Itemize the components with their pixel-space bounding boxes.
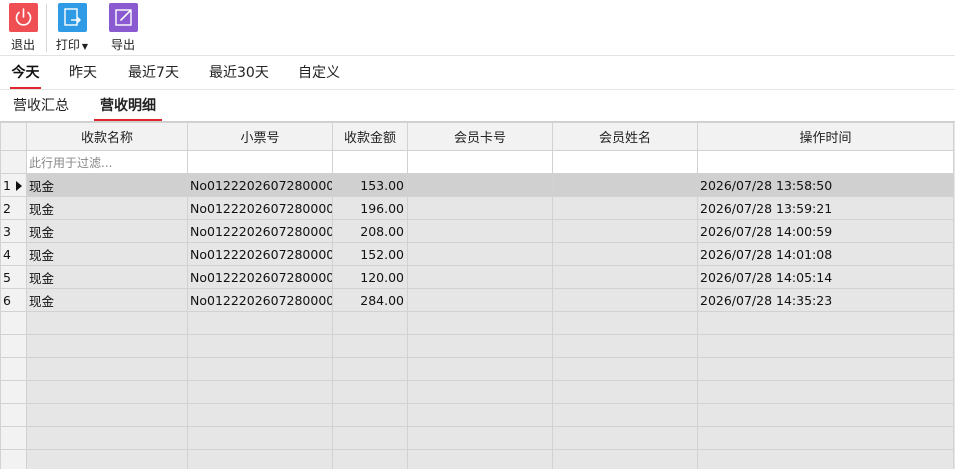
tab-revenue-summary[interactable]: 营收汇总	[12, 96, 70, 121]
cell-ticket-no[interactable]: No01222026072800007	[187, 265, 333, 289]
filter-input-payment-name[interactable]: 此行用于过滤...	[26, 150, 188, 174]
cell-amount[interactable]: 196.00	[332, 196, 408, 220]
corner-cell[interactable]	[0, 122, 27, 151]
cell-member-name[interactable]	[552, 173, 698, 197]
cell-member-card[interactable]	[407, 265, 553, 289]
print-label: 打印 ▼	[55, 38, 89, 52]
cell-operation-time[interactable]: 2026/07/28 14:00:59	[697, 219, 954, 243]
filter-input-member-card[interactable]	[407, 150, 553, 174]
cell-amount[interactable]: 120.00	[332, 265, 408, 289]
revenue-detail-grid: 收款名称 小票号 收款金额 会员卡号 会员姓名 操作时间 此行用于过滤... 1…	[0, 121, 955, 469]
cell-ticket-no[interactable]: No01222026072800001	[187, 173, 333, 197]
cell-payment-name[interactable]: 现金	[26, 196, 188, 220]
row-header[interactable]: 1	[0, 173, 27, 197]
cell-operation-time[interactable]: 2026/07/28 14:05:14	[697, 265, 954, 289]
tab-today[interactable]: 今天	[10, 63, 41, 89]
cell-amount[interactable]: 153.00	[332, 173, 408, 197]
edit-icon	[108, 3, 138, 32]
empty-row	[0, 403, 954, 427]
empty-row	[0, 334, 954, 358]
tab-last-7-days[interactable]: 最近7天	[128, 63, 179, 89]
filter-row: 此行用于过滤...	[0, 150, 954, 174]
table-row[interactable]: 4 现金 No01222026072800006 152.00 2026/07/…	[0, 242, 954, 266]
cell-payment-name[interactable]: 现金	[26, 219, 188, 243]
cell-ticket-no[interactable]: No01222026072800003	[187, 196, 333, 220]
print-button[interactable]: 打印 ▼	[49, 3, 95, 53]
column-header-member-card[interactable]: 会员卡号	[407, 122, 553, 151]
column-header-payment-name[interactable]: 收款名称	[26, 122, 188, 151]
table-row[interactable]: 3 现金 No01222026072800005 208.00 2026/07/…	[0, 219, 954, 243]
tab-yesterday[interactable]: 昨天	[68, 63, 98, 89]
cell-operation-time[interactable]: 2026/07/28 14:35:23	[697, 288, 954, 312]
cell-member-card[interactable]	[407, 242, 553, 266]
cell-amount[interactable]: 208.00	[332, 219, 408, 243]
exit-button[interactable]: 退出	[0, 3, 46, 53]
filter-input-member-name[interactable]	[552, 150, 698, 174]
cell-amount[interactable]: 284.00	[332, 288, 408, 312]
table-row[interactable]: 5 现金 No01222026072800007 120.00 2026/07/…	[0, 265, 954, 289]
cell-operation-time[interactable]: 2026/07/28 14:01:08	[697, 242, 954, 266]
tab-revenue-detail[interactable]: 营收明细	[94, 96, 162, 121]
row-header[interactable]: 2	[0, 196, 27, 220]
toolbar: 退出 打印 ▼ 导出	[0, 0, 955, 56]
print-icon	[57, 3, 87, 32]
cell-member-name[interactable]	[552, 265, 698, 289]
table-row[interactable]: 1 现金 No01222026072800001 153.00 2026/07/…	[0, 173, 954, 197]
data-table: 收款名称 小票号 收款金额 会员卡号 会员姓名 操作时间 此行用于过滤... 1…	[0, 122, 954, 469]
cell-amount[interactable]: 152.00	[332, 242, 408, 266]
column-header-operation-time[interactable]: 操作时间	[697, 122, 954, 151]
cell-member-name[interactable]	[552, 242, 698, 266]
table-row[interactable]: 2 现金 No01222026072800003 196.00 2026/07/…	[0, 196, 954, 220]
table-row[interactable]: 6 现金 No01222026072800008 284.00 2026/07/…	[0, 288, 954, 312]
empty-row	[0, 380, 954, 404]
export-label: 导出	[110, 38, 135, 52]
cell-member-card[interactable]	[407, 288, 553, 312]
toolbar-separator	[46, 4, 47, 52]
power-icon	[8, 3, 38, 32]
cell-operation-time[interactable]: 2026/07/28 13:58:50	[697, 173, 954, 197]
filter-row-header	[0, 150, 27, 174]
column-header-member-name[interactable]: 会员姓名	[552, 122, 698, 151]
empty-row	[0, 357, 954, 381]
cell-operation-time[interactable]: 2026/07/28 13:59:21	[697, 196, 954, 220]
cell-member-card[interactable]	[407, 219, 553, 243]
cell-member-card[interactable]	[407, 173, 553, 197]
cell-ticket-no[interactable]: No01222026072800006	[187, 242, 333, 266]
filter-input-ticket-no[interactable]	[187, 150, 333, 174]
filter-input-amount[interactable]	[332, 150, 408, 174]
row-header[interactable]: 3	[0, 219, 27, 243]
empty-row	[0, 426, 954, 450]
tab-custom[interactable]: 自定义	[297, 63, 341, 89]
cell-member-name[interactable]	[552, 219, 698, 243]
date-range-tabs: 今天 昨天 最近7天 最近30天 自定义	[0, 57, 955, 90]
cell-payment-name[interactable]: 现金	[26, 265, 188, 289]
cell-ticket-no[interactable]: No01222026072800005	[187, 219, 333, 243]
report-tabs: 营收汇总 营收明细	[0, 91, 955, 121]
cell-payment-name[interactable]: 现金	[26, 288, 188, 312]
cell-member-name[interactable]	[552, 196, 698, 220]
header-row: 收款名称 小票号 收款金额 会员卡号 会员姓名 操作时间	[0, 122, 954, 151]
empty-row	[0, 311, 954, 335]
column-header-ticket-no[interactable]: 小票号	[187, 122, 333, 151]
row-header[interactable]: 4	[0, 242, 27, 266]
export-button[interactable]: 导出	[100, 3, 146, 53]
cell-payment-name[interactable]: 现金	[26, 173, 188, 197]
cell-payment-name[interactable]: 现金	[26, 242, 188, 266]
exit-label: 退出	[10, 38, 35, 52]
cell-member-card[interactable]	[407, 196, 553, 220]
tab-last-30-days[interactable]: 最近30天	[209, 63, 269, 89]
row-header[interactable]: 6	[0, 288, 27, 312]
cell-ticket-no[interactable]: No01222026072800008	[187, 288, 333, 312]
filter-input-operation-time[interactable]	[697, 150, 954, 174]
row-header[interactable]: 5	[0, 265, 27, 289]
current-row-indicator-icon	[15, 180, 22, 191]
column-header-amount[interactable]: 收款金额	[332, 122, 408, 151]
chevron-down-icon: ▼	[81, 42, 89, 51]
cell-member-name[interactable]	[552, 288, 698, 312]
empty-row	[0, 449, 954, 469]
